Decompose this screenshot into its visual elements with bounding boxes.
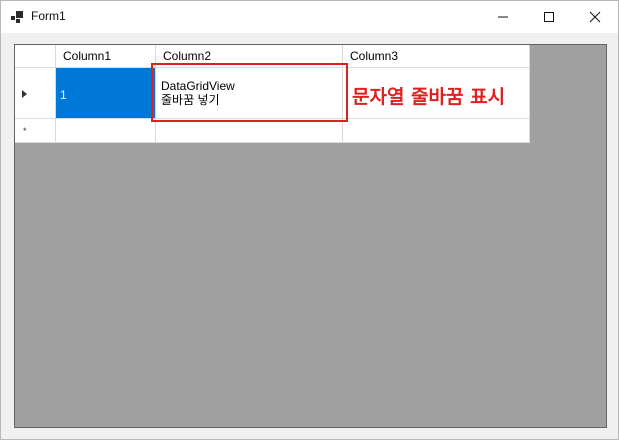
- annotation-text: 문자열 줄바꿈 표시: [352, 86, 506, 108]
- column-header-label: Column1: [63, 49, 112, 63]
- highlight-box: [151, 63, 348, 122]
- minimize-button[interactable]: [480, 1, 526, 33]
- new-row-cell[interactable]: [343, 119, 530, 143]
- current-row-arrow-icon: [22, 90, 27, 98]
- new-row-marker-icon: *: [23, 126, 27, 136]
- cell-value: 1: [60, 88, 67, 102]
- title-bar[interactable]: Form1: [1, 1, 618, 33]
- close-icon: [589, 11, 601, 23]
- maximize-button[interactable]: [526, 1, 572, 33]
- maximize-icon: [544, 12, 554, 22]
- new-row-cell[interactable]: [56, 119, 156, 143]
- window-title: Form1: [31, 9, 66, 23]
- minimize-icon: [498, 16, 508, 18]
- table-cell-column1[interactable]: 1: [56, 68, 156, 119]
- column-header-label: Column3: [350, 49, 399, 63]
- new-row-header[interactable]: *: [15, 119, 56, 143]
- row-header[interactable]: [15, 68, 56, 119]
- app-icon: [11, 11, 23, 23]
- column-header-1[interactable]: Column1: [56, 45, 156, 68]
- close-button[interactable]: [572, 1, 618, 33]
- top-left-header-cell[interactable]: [15, 45, 56, 68]
- form1-window: Form1 Column1 Column2 Column3 1 DataGrid…: [0, 0, 619, 440]
- column-header-label: Column2: [163, 49, 212, 63]
- datagridview[interactable]: Column1 Column2 Column3 1 DataGridView 줄…: [14, 44, 607, 428]
- new-row-cell[interactable]: [156, 119, 343, 143]
- column-header-3[interactable]: Column3: [343, 45, 530, 68]
